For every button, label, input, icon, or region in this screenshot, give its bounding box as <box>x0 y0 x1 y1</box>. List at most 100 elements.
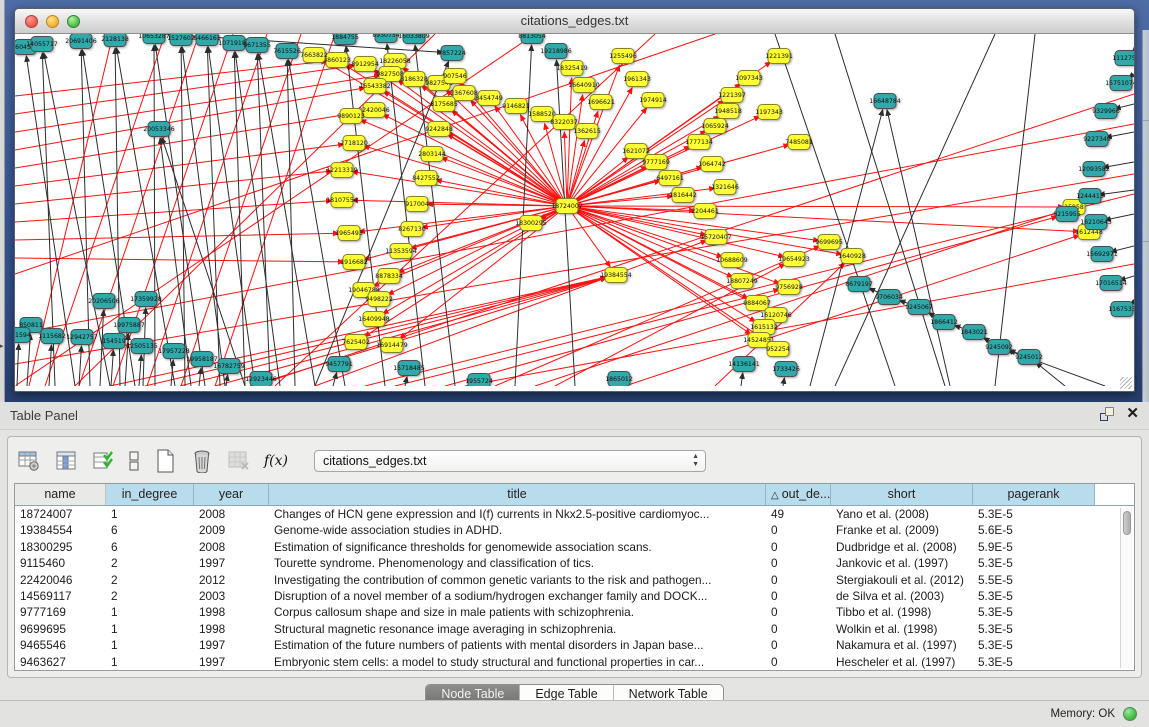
graph-node[interactable]: 8267130 <box>398 222 426 237</box>
graph-node[interactable]: 1948518 <box>714 104 742 119</box>
column-header-title[interactable]: title <box>269 484 766 505</box>
graph-node[interactable]: 18724007 <box>551 199 583 214</box>
row-toggle-icon[interactable] <box>127 448 141 474</box>
graph-node[interactable]: 1112750 <box>1112 51 1134 66</box>
graph-node[interactable]: 1961343 <box>623 72 651 87</box>
graph-node[interactable]: 14055717 <box>26 37 58 52</box>
graph-node[interactable]: 8186328 <box>400 72 428 87</box>
graph-node[interactable]: 1974914 <box>639 93 667 108</box>
table-row[interactable]: 1456911722003Disruption of a novel membe… <box>15 588 1134 604</box>
graph-node[interactable]: 7625402 <box>342 335 370 350</box>
graph-node[interactable]: 1321646 <box>711 180 739 195</box>
float-panel-icon[interactable] <box>1100 407 1114 421</box>
graph-node[interactable]: 2718120 <box>340 136 368 151</box>
graph-node[interactable]: 1167533 <box>1108 302 1134 317</box>
graph-node[interactable]: 1866412 <box>930 315 958 330</box>
graph-node[interactable]: 1197343 <box>755 105 783 120</box>
graph-node[interactable]: 952254 <box>766 342 790 357</box>
column-header-pagerank[interactable]: pagerank <box>973 484 1095 505</box>
graph-node[interactable]: 18325419 <box>556 61 588 76</box>
graph-node[interactable]: 16914479 <box>376 338 408 353</box>
graph-node[interactable]: 1816442 <box>669 188 697 203</box>
table-row[interactable]: 969969511998Structural magnetic resonanc… <box>15 621 1134 637</box>
graph-node[interactable]: 154519 <box>102 334 126 349</box>
graph-node[interactable]: 15751074 <box>1105 76 1134 91</box>
delete-trash-icon[interactable] <box>189 448 215 474</box>
graph-node[interactable]: 6466161 <box>193 34 221 46</box>
column-header-in_degree[interactable]: in_degree <box>106 484 194 505</box>
table-row[interactable]: 2242004622012Investigating the contribut… <box>15 572 1134 588</box>
network-graph-canvas[interactable]: 1872400788601238912954182260589827508818… <box>15 34 1134 386</box>
table-select-combobox[interactable]: citations_edges.txt ▲▼ <box>314 450 706 472</box>
graph-node[interactable]: 1955724 <box>465 374 493 387</box>
vertical-scrollbar[interactable] <box>1120 508 1132 668</box>
function-fx-icon[interactable]: f(x) <box>263 448 289 474</box>
network-window-titlebar[interactable]: citations_edges.txt <box>15 9 1134 34</box>
graph-node[interactable]: 14136141 <box>728 357 760 372</box>
graph-node[interactable]: 6497161 <box>656 171 684 186</box>
split-collapse-arrow-icon[interactable]: ▸ <box>0 342 4 350</box>
table-settings-icon[interactable] <box>16 448 42 474</box>
graph-node[interactable]: 1362615 <box>573 124 601 139</box>
graph-node[interactable]: 7485081 <box>785 135 813 150</box>
graph-node[interactable]: 1115682 <box>38 329 66 344</box>
graph-node[interactable]: 9756928 <box>775 280 803 295</box>
close-panel-icon[interactable]: ✕ <box>1126 407 1139 421</box>
graph-node[interactable]: 15692971 <box>1086 247 1118 262</box>
table-check-icon[interactable] <box>90 448 116 474</box>
column-header-name[interactable]: name <box>15 484 106 505</box>
graph-node[interactable]: 1255496 <box>609 49 637 64</box>
graph-node[interactable]: 8427552 <box>412 171 440 186</box>
graph-node[interactable]: 1064742 <box>698 157 726 172</box>
graph-node[interactable]: 16782759 <box>213 359 245 374</box>
graph-node[interactable]: 9245067 <box>905 300 933 315</box>
graph-node[interactable]: 8930754 <box>372 34 400 43</box>
graph-node[interactable]: 12505135 <box>126 339 158 354</box>
graph-node[interactable]: 16409948 <box>358 312 390 327</box>
graph-node[interactable]: 1527602 <box>167 34 195 46</box>
graph-node[interactable]: 1884755 <box>331 34 359 45</box>
table-row[interactable]: 946362711997Embryonic stem cells: a mode… <box>15 654 1134 670</box>
column-header-year[interactable]: year <box>194 484 269 505</box>
graph-node[interactable]: 1777134 <box>685 135 713 150</box>
graph-node[interactable]: 11353594 <box>385 244 417 259</box>
graph-node[interactable]: 12093582 <box>1078 162 1110 177</box>
graph-node[interactable]: 8813054 <box>518 34 546 44</box>
graph-node[interactable]: 1843021 <box>960 325 988 340</box>
graph-node[interactable]: 8912954 <box>351 57 379 72</box>
graph-node[interactable]: 17957228 <box>158 344 190 359</box>
graph-node[interactable]: 9245092 <box>985 340 1013 355</box>
graph-node[interactable]: 917004 <box>405 197 429 212</box>
graph-node[interactable]: 9329966 <box>1092 104 1120 119</box>
graph-node[interactable]: 8454749 <box>475 91 503 106</box>
graph-node[interactable]: 9227349 <box>1083 132 1111 147</box>
graph-node[interactable]: 1065924 <box>701 119 729 134</box>
graph-node[interactable]: 1696621 <box>587 95 615 110</box>
graph-node[interactable]: 19975887 <box>113 318 145 333</box>
graph-node[interactable]: 1640928 <box>838 249 866 264</box>
graph-node[interactable]: 20206506 <box>88 294 120 309</box>
column-header-short[interactable]: short <box>831 484 973 505</box>
graph-node[interactable]: 8175685 <box>430 97 458 112</box>
graph-node[interactable]: 907546 <box>443 69 467 84</box>
graph-node[interactable]: 18107554 <box>326 193 358 208</box>
graph-node[interactable]: 10653287 <box>138 34 170 44</box>
graph-node[interactable]: 9498222 <box>365 292 393 307</box>
graph-node[interactable]: 7663822 <box>300 48 328 63</box>
graph-node[interactable]: 1221391 <box>765 49 793 64</box>
graph-node[interactable]: 8679197 <box>845 277 873 292</box>
right-split-pane-divider[interactable] <box>1142 30 1149 402</box>
left-split-pane-divider[interactable]: ▸ <box>0 0 5 402</box>
graph-node[interactable]: 16648784 <box>869 94 901 109</box>
graph-node[interactable]: 18300295 <box>515 216 547 231</box>
graph-node[interactable]: 9890123 <box>337 109 365 124</box>
table-row[interactable]: 911546021997Tourette syndrome. Phenomeno… <box>15 555 1134 571</box>
graph-node[interactable]: 15720407 <box>700 230 732 245</box>
table-row[interactable]: 1872400712008Changes of HCN gene express… <box>15 506 1134 522</box>
graph-node[interactable]: 2128138 <box>101 34 129 47</box>
window-resize-grip[interactable] <box>1120 377 1132 389</box>
graph-node[interactable]: 1097343 <box>735 71 763 86</box>
graph-node[interactable]: 12923446 <box>245 372 277 387</box>
graph-node[interactable]: 9671355 <box>243 38 271 53</box>
graph-node[interactable]: 8215955 <box>1053 207 1081 222</box>
